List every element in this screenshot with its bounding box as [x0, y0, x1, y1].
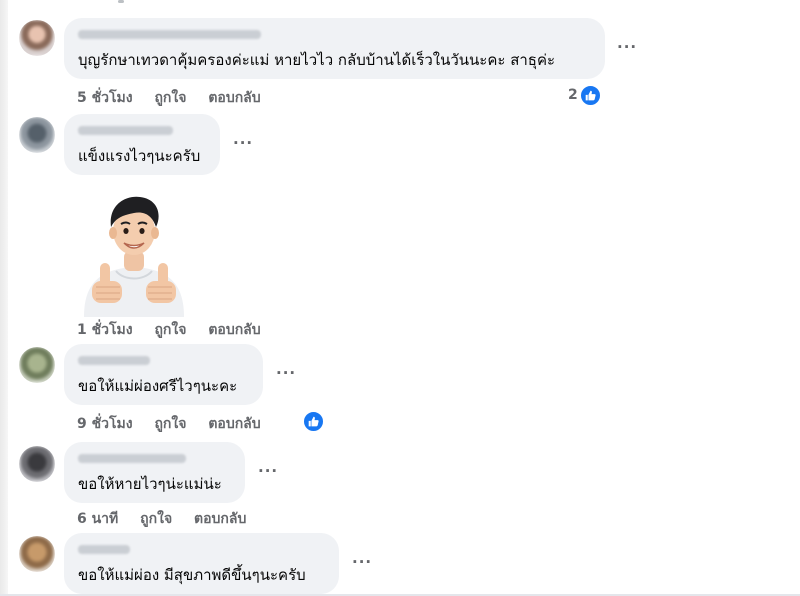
like-reaction-icon[interactable] — [580, 85, 601, 106]
reply-button[interactable]: ตอบกลับ — [208, 416, 260, 432]
author-name-redacted[interactable] — [78, 356, 150, 365]
more-options-button[interactable]: ··· — [276, 364, 296, 382]
author-name-redacted[interactable] — [78, 454, 186, 463]
comment-text: ขอให้แม่ผ่อง มีสุขภาพดีขึ้นๆนะครับ — [78, 566, 306, 584]
comment-text: บุญรักษาเทวดาคุ้มครองค่ะแม่ หายไวไว กลับ… — [78, 51, 556, 69]
comment-bubble: ขอให้แม่ผ่อง มีสุขภาพดีขึ้นๆนะครับ — [64, 533, 339, 594]
window-edge — [0, 0, 8, 596]
scroll-remnant — [118, 0, 124, 3]
reply-button[interactable]: ตอบกลับ — [194, 511, 246, 527]
author-name-redacted[interactable] — [78, 126, 173, 135]
more-options-button[interactable]: ··· — [352, 553, 372, 571]
comment-text: ขอให้หายไวๆน่ะแม่น่ะ — [78, 475, 222, 493]
like-button[interactable]: ถูกใจ — [140, 511, 172, 527]
avatar[interactable] — [19, 117, 55, 153]
avatar[interactable] — [19, 536, 55, 572]
timestamp[interactable]: 1 ชั่วโมง — [77, 322, 133, 338]
avatar[interactable] — [19, 20, 55, 56]
like-button[interactable]: ถูกใจ — [154, 90, 186, 106]
timestamp[interactable]: 9 ชั่วโมง — [77, 416, 133, 432]
more-options-button[interactable]: ··· — [617, 38, 637, 56]
more-options-button[interactable]: ··· — [258, 462, 278, 480]
comment-actions: 1 ชั่วโมง ถูกใจ ตอบกลับ — [77, 319, 278, 341]
comment-bubble: แข็งแรงไวๆนะครับ — [64, 114, 220, 175]
comment-text: แข็งแรงไวๆนะครับ — [78, 147, 201, 165]
reply-button[interactable]: ตอบกลับ — [208, 90, 260, 106]
like-button[interactable]: ถูกใจ — [154, 322, 186, 338]
avatar[interactable] — [19, 347, 55, 383]
timestamp[interactable]: 5 ชั่วโมง — [77, 90, 133, 106]
comment-actions: 6 นาที ถูกใจ ตอบกลับ — [77, 508, 263, 530]
reply-button[interactable]: ตอบกลับ — [208, 322, 260, 338]
reaction-count[interactable]: 2 — [568, 87, 578, 103]
like-button[interactable]: ถูกใจ — [154, 416, 186, 432]
comment-bubble: ขอให้แม่ผ่องศรีไวๆนะคะ — [64, 344, 263, 405]
comment-bubble: ขอให้หายไวๆน่ะแม่น่ะ — [64, 442, 245, 503]
more-options-button[interactable]: ··· — [233, 134, 253, 152]
comment-actions: 5 ชั่วโมง ถูกใจ ตอบกลับ — [77, 87, 278, 109]
like-reaction-icon[interactable] — [303, 411, 324, 432]
comment-text: ขอให้แม่ผ่องศรีไวๆนะคะ — [78, 377, 238, 395]
author-name-redacted[interactable] — [78, 545, 130, 554]
thumbs-up-sticker — [76, 193, 192, 317]
comment-bubble: บุญรักษาเทวดาคุ้มครองค่ะแม่ หายไวไว กลับ… — [64, 18, 605, 79]
avatar[interactable] — [19, 446, 55, 482]
comment-actions: 9 ชั่วโมง ถูกใจ ตอบกลับ — [77, 413, 278, 435]
timestamp[interactable]: 6 นาที — [77, 511, 118, 527]
author-name-redacted[interactable] — [78, 30, 261, 39]
